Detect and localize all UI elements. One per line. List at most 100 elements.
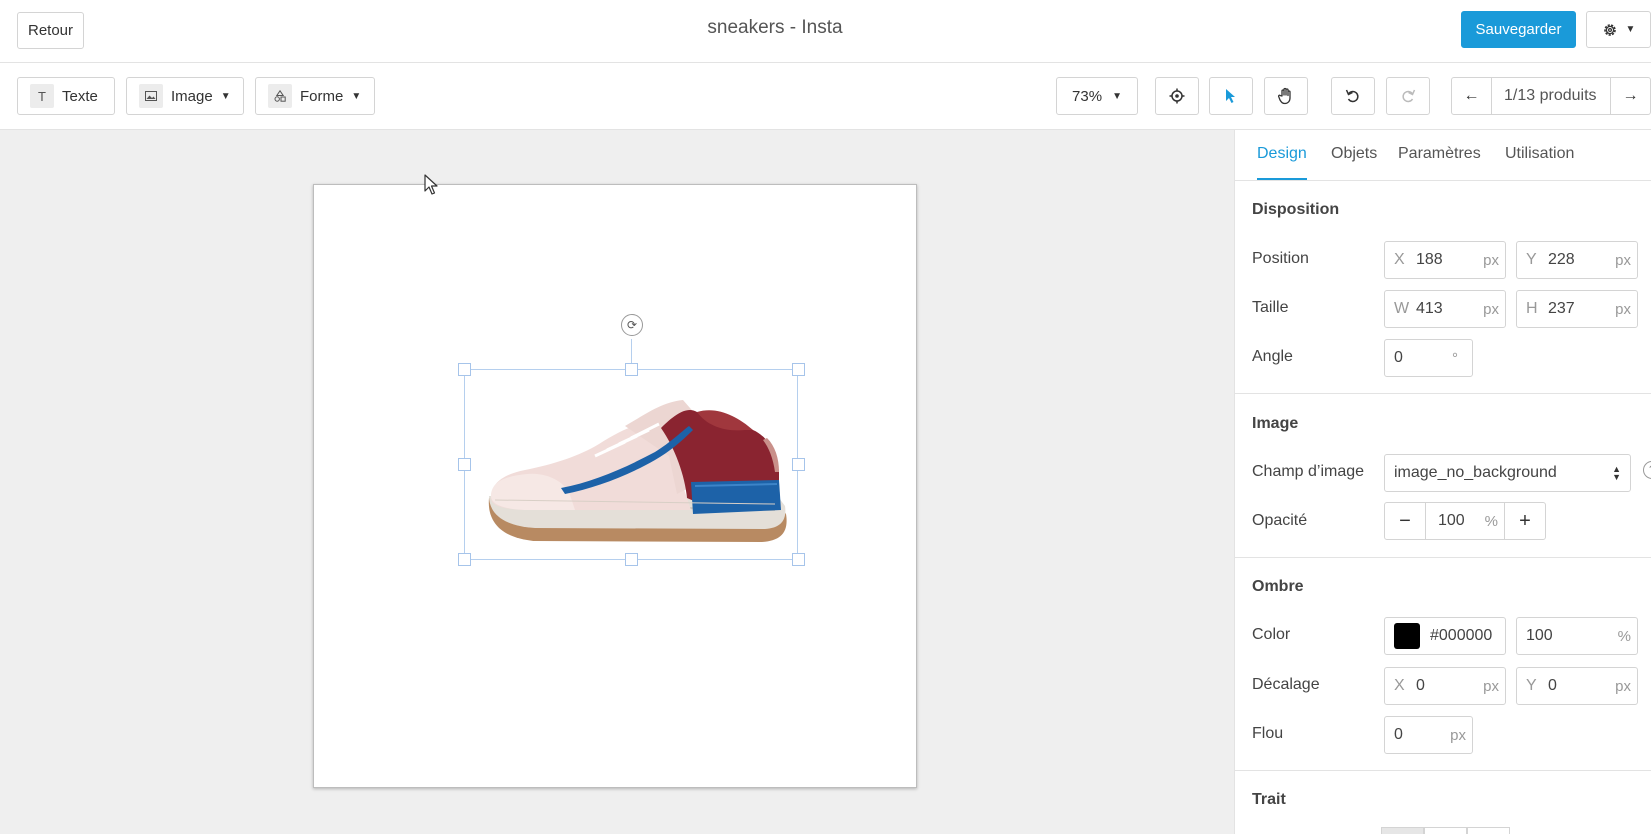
chevron-down-icon: ▼ bbox=[351, 90, 362, 102]
blur-value: 0 bbox=[1394, 726, 1403, 743]
previous-product-button[interactable]: ← bbox=[1452, 78, 1492, 114]
unit-suffix: px bbox=[1615, 300, 1631, 318]
unit-suffix: px bbox=[1450, 726, 1466, 744]
add-shape-dropdown[interactable]: Forme ▼ bbox=[255, 77, 375, 115]
help-icon[interactable]: ? bbox=[1643, 461, 1651, 479]
pan-tool-button[interactable] bbox=[1264, 77, 1308, 115]
zoom-level: 73% bbox=[1072, 87, 1103, 105]
canvas-workspace[interactable]: ⟳ bbox=[0, 130, 1234, 834]
artboard[interactable]: ⟳ bbox=[313, 184, 917, 788]
stroke-option[interactable] bbox=[1467, 827, 1510, 834]
product-counter: 1/13 produits bbox=[1504, 87, 1597, 104]
chevron-down-icon: ▼ bbox=[220, 90, 231, 102]
x-prefix: X bbox=[1394, 677, 1405, 694]
stroke-option[interactable] bbox=[1424, 827, 1467, 834]
unit-suffix: px bbox=[1483, 300, 1499, 318]
selected-image-frame[interactable]: ⟳ bbox=[458, 314, 805, 566]
resize-handle-e[interactable] bbox=[792, 458, 805, 471]
h-prefix: H bbox=[1526, 300, 1538, 317]
shadow-color-value: #000000 bbox=[1430, 627, 1493, 644]
minus-icon: − bbox=[1399, 509, 1411, 532]
image-icon bbox=[139, 84, 163, 108]
unit-suffix: px bbox=[1483, 251, 1499, 269]
increment-button[interactable]: + bbox=[1505, 503, 1545, 539]
blur-label: Flou bbox=[1252, 725, 1284, 742]
section-title-stroke: Trait bbox=[1252, 791, 1286, 808]
shadow-opacity-value: 100 bbox=[1526, 627, 1553, 644]
redo-button[interactable] bbox=[1386, 77, 1430, 115]
section-title-shadow: Ombre bbox=[1252, 578, 1304, 595]
add-text-label: Texte bbox=[62, 87, 98, 105]
image-field-label: Champ d’image bbox=[1252, 463, 1365, 480]
resize-handle-s[interactable] bbox=[625, 553, 638, 566]
properties-panel: Design Objets Paramètres Utilisation Dis… bbox=[1234, 130, 1651, 834]
arrow-left-icon: ← bbox=[1463, 87, 1480, 104]
image-field-select[interactable]: image_no_background ▲ ▼ bbox=[1384, 454, 1631, 492]
select-arrows-icon: ▲ ▼ bbox=[1612, 464, 1621, 482]
offset-y-value: 0 bbox=[1548, 677, 1557, 694]
tab-usage[interactable]: Utilisation bbox=[1505, 145, 1574, 163]
width-field[interactable]: W 413 px bbox=[1384, 290, 1506, 328]
blur-field[interactable]: 0 px bbox=[1384, 716, 1473, 754]
position-x-field[interactable]: X 188 px bbox=[1384, 241, 1506, 279]
opacity-input[interactable]: 100 % bbox=[1425, 503, 1505, 539]
unit-suffix: px bbox=[1483, 677, 1499, 695]
height-field[interactable]: H 237 px bbox=[1516, 290, 1638, 328]
w-prefix: W bbox=[1394, 300, 1410, 317]
stroke-style-toggle[interactable] bbox=[1381, 827, 1510, 834]
resize-handle-se[interactable] bbox=[792, 553, 805, 566]
offset-y-field[interactable]: Y 0 px bbox=[1516, 667, 1638, 705]
shadow-opacity-field[interactable]: 100 % bbox=[1516, 617, 1638, 655]
text-icon: T bbox=[30, 84, 54, 108]
resize-handle-ne[interactable] bbox=[792, 363, 805, 376]
divider bbox=[1235, 393, 1651, 394]
y-value: 228 bbox=[1548, 251, 1575, 268]
h-value: 237 bbox=[1548, 300, 1575, 317]
crosshair-icon bbox=[1169, 88, 1185, 104]
y-prefix: Y bbox=[1526, 677, 1537, 694]
redo-icon bbox=[1402, 89, 1416, 103]
position-y-field[interactable]: Y 228 px bbox=[1516, 241, 1638, 279]
undo-icon bbox=[1345, 89, 1359, 103]
resize-handle-w[interactable] bbox=[458, 458, 471, 471]
add-image-dropdown[interactable]: Image ▼ bbox=[126, 77, 244, 115]
undo-button[interactable] bbox=[1331, 77, 1375, 115]
section-title-layout: Disposition bbox=[1252, 201, 1340, 218]
shadow-color-field[interactable]: #000000 bbox=[1384, 617, 1506, 655]
shadow-color-label: Color bbox=[1252, 626, 1291, 643]
opacity-stepper: − 100 % + bbox=[1384, 502, 1546, 540]
zoom-dropdown[interactable]: 73% ▼ bbox=[1056, 77, 1138, 115]
add-text-button[interactable]: T Texte bbox=[17, 77, 115, 115]
color-swatch[interactable] bbox=[1394, 623, 1420, 649]
decrement-button[interactable]: − bbox=[1385, 503, 1425, 539]
tab-design[interactable]: Design bbox=[1257, 145, 1307, 180]
resize-handle-nw[interactable] bbox=[458, 363, 471, 376]
settings-button[interactable]: ▼ bbox=[1586, 11, 1651, 48]
back-button[interactable]: Retour bbox=[17, 12, 84, 49]
add-image-label: Image bbox=[171, 87, 213, 105]
editor-toolbar: T Texte Image ▼ Forme ▼ 73% ▼ ← 1/13 pro… bbox=[0, 63, 1651, 130]
angle-field[interactable]: 0 ° bbox=[1384, 339, 1473, 377]
w-value: 413 bbox=[1416, 300, 1443, 317]
top-bar: Retour sneakers - Insta Sauvegarder ▼ bbox=[0, 0, 1651, 63]
resize-handle-n[interactable] bbox=[625, 363, 638, 376]
tab-objects[interactable]: Objets bbox=[1331, 145, 1377, 163]
offset-x-value: 0 bbox=[1416, 677, 1425, 694]
select-tool-button[interactable] bbox=[1209, 77, 1253, 115]
shapes-icon bbox=[268, 84, 292, 108]
x-value: 188 bbox=[1416, 251, 1443, 268]
divider bbox=[1235, 770, 1651, 771]
resize-handle-sw[interactable] bbox=[458, 553, 471, 566]
product-pager: ← 1/13 produits → bbox=[1451, 77, 1651, 115]
chevron-down-icon: ▼ bbox=[1625, 24, 1636, 35]
stroke-option[interactable] bbox=[1381, 827, 1424, 834]
next-product-button[interactable]: → bbox=[1610, 78, 1650, 114]
tab-settings[interactable]: Paramètres bbox=[1398, 145, 1481, 163]
center-view-button[interactable] bbox=[1155, 77, 1199, 115]
save-button[interactable]: Sauvegarder bbox=[1461, 11, 1576, 48]
offset-x-field[interactable]: X 0 px bbox=[1384, 667, 1506, 705]
chevron-down-icon: ▼ bbox=[1112, 90, 1122, 102]
section-title-image: Image bbox=[1252, 415, 1299, 432]
rotate-handle[interactable]: ⟳ bbox=[621, 314, 643, 336]
position-label: Position bbox=[1252, 250, 1309, 267]
